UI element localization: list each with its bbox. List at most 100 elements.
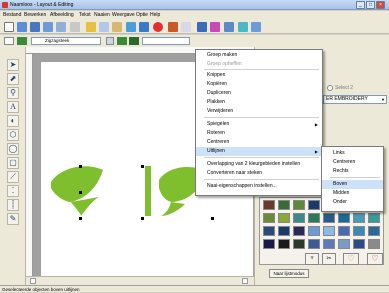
save-as-icon[interactable] <box>43 22 53 32</box>
maximize-button[interactable]: □ <box>366 1 375 9</box>
menu-item-align[interactable]: Uitlijnen ▶ <box>196 147 322 156</box>
manual-punch-icon[interactable]: ⬡ <box>7 129 19 141</box>
fill-color-icon[interactable] <box>117 37 127 45</box>
point-edit-icon[interactable]: ⬈ <box>7 73 19 85</box>
stop-icon[interactable] <box>153 22 163 32</box>
pattern-icon[interactable]: ⁚ <box>7 185 19 197</box>
align-middle[interactable]: Midden <box>322 189 383 198</box>
selection-handle[interactable] <box>79 191 82 194</box>
menu-tekst[interactable]: Tekst <box>79 11 91 19</box>
heart-outline-icon[interactable]: ♡ <box>343 253 359 265</box>
print-icon[interactable] <box>56 22 66 32</box>
color-swatch[interactable] <box>353 226 365 236</box>
realistic-view-icon[interactable] <box>224 22 234 32</box>
align-right[interactable]: Rechts <box>322 167 383 176</box>
menu-item-copy[interactable]: Kopiëren <box>196 80 322 89</box>
color-swatch[interactable] <box>293 213 305 223</box>
design-icon[interactable] <box>238 22 248 32</box>
color-swatch[interactable] <box>323 239 335 249</box>
menu-item-convert-stitches[interactable]: Converteren naar steken <box>196 169 322 178</box>
menu-item-ungroup[interactable]: Groep opheffen <box>196 60 322 69</box>
redo-icon[interactable] <box>139 22 149 32</box>
menu-item-rotate[interactable]: Roteren <box>196 129 322 138</box>
preview-icon[interactable] <box>210 22 220 32</box>
line-color-icon[interactable] <box>17 37 27 45</box>
color-swatch[interactable] <box>323 213 335 223</box>
shape-icon[interactable]: ◐ <box>7 115 19 127</box>
color-swatch[interactable] <box>293 239 305 249</box>
scroll-right-icon[interactable] <box>242 278 248 284</box>
select2-radio[interactable] <box>327 85 333 91</box>
menu-item-center[interactable]: Centreren <box>196 138 322 147</box>
select-arrow-icon[interactable]: ➤ <box>7 59 19 71</box>
undo-icon[interactable] <box>126 22 136 32</box>
stitch-icon-1[interactable] <box>106 37 114 45</box>
color-swatch[interactable] <box>278 200 290 210</box>
thread-brand-select[interactable]: ER EMBROIDERY ▼ <box>323 95 387 104</box>
color-swatch[interactable] <box>308 200 320 210</box>
menu-item-delete[interactable]: Verwijderen <box>196 107 322 116</box>
menu-item-mirror[interactable]: Spiegelen ▶ <box>196 120 322 129</box>
rectangle-icon[interactable]: ▢ <box>7 157 19 169</box>
menu-optie[interactable]: Optie <box>136 11 148 19</box>
open-icon[interactable] <box>17 22 27 32</box>
color-swatch[interactable] <box>278 239 290 249</box>
color-swatch[interactable] <box>368 239 380 249</box>
color-swatch[interactable] <box>263 200 275 210</box>
brush-icon[interactable] <box>168 22 178 32</box>
menu-bewerken[interactable]: Bewerken <box>24 11 46 19</box>
menu-item-overlap[interactable]: Overlapping van 2 kleurgebieden instelle… <box>196 160 322 169</box>
selection-handle[interactable] <box>141 165 144 168</box>
save-icon[interactable] <box>30 22 40 32</box>
thread-spool-icon[interactable]: ♆ <box>305 253 319 265</box>
cut-icon[interactable] <box>86 22 96 32</box>
align-bottom[interactable]: Onder <box>322 198 383 207</box>
menu-help[interactable]: Help <box>150 11 160 19</box>
color-swatch[interactable] <box>338 239 350 249</box>
color-swatch[interactable] <box>308 213 320 223</box>
transfer-icon[interactable] <box>70 22 80 32</box>
color-swatch[interactable] <box>368 226 380 236</box>
color-swatch[interactable] <box>263 239 275 249</box>
menu-item-sewing-attributes[interactable]: Naai-eigenschappen instellen... <box>196 182 322 191</box>
color-swatch[interactable] <box>278 226 290 236</box>
menu-naaien[interactable]: Naaien <box>94 11 110 19</box>
align-center[interactable]: Centreren <box>322 158 383 167</box>
scroll-left-icon[interactable] <box>30 278 36 284</box>
color-swatch[interactable] <box>293 200 305 210</box>
heart-red-icon[interactable]: ♡ <box>367 253 383 265</box>
color-swatch[interactable] <box>293 226 305 236</box>
pick-color-icon[interactable]: ✂ <box>322 253 336 265</box>
paste-icon[interactable] <box>112 22 122 32</box>
embroidery-icon[interactable]: ✎ <box>7 213 19 225</box>
close-button[interactable]: × <box>376 1 385 9</box>
line-sew-icon[interactable] <box>4 37 14 45</box>
color-swatch[interactable] <box>338 213 350 223</box>
line-icon[interactable]: ⟋ <box>7 171 19 183</box>
menu-item-cut[interactable]: Knippen <box>196 71 322 80</box>
color-swatch[interactable] <box>323 226 335 236</box>
horizontal-scrollbar[interactable] <box>26 276 254 285</box>
stitch-tool-icon[interactable]: ⸽ <box>7 199 19 211</box>
color-swatch[interactable] <box>278 213 290 223</box>
page-icon[interactable] <box>251 22 261 32</box>
menu-afbeelding[interactable]: Afbeelding <box>50 11 74 19</box>
color-swatch[interactable] <box>308 226 320 236</box>
color-swatch[interactable] <box>353 213 365 223</box>
color-swatch[interactable] <box>338 226 350 236</box>
menu-item-paste[interactable]: Plakken <box>196 98 322 107</box>
menu-weergave[interactable]: Weergave <box>112 11 135 19</box>
circle-icon[interactable]: ◯ <box>7 143 19 155</box>
stitch-type-select[interactable]: Zigzagsteek <box>31 37 101 45</box>
color-swatch[interactable] <box>353 239 365 249</box>
align-top[interactable]: Boven <box>322 180 383 189</box>
menu-item-group[interactable]: Groep maken <box>196 51 322 60</box>
color-swatch[interactable] <box>263 226 275 236</box>
selection-handle[interactable] <box>79 217 82 220</box>
color-swatch[interactable] <box>308 239 320 249</box>
text-icon[interactable]: A <box>7 101 19 113</box>
new-icon[interactable] <box>4 22 14 32</box>
fill-type-select[interactable] <box>142 37 190 45</box>
text-tool-icon[interactable] <box>181 22 191 32</box>
minimize-button[interactable]: _ <box>356 1 365 9</box>
